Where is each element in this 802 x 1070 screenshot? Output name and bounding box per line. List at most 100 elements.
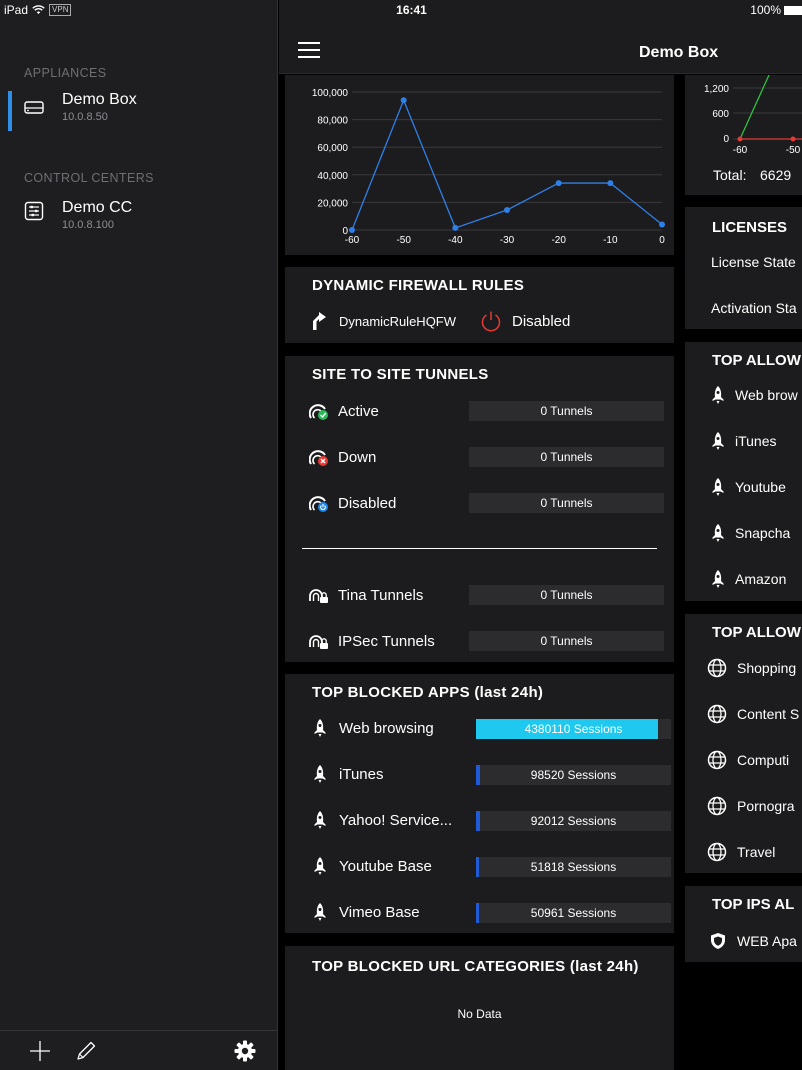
firewall-rule-name: DynamicRuleHQFW [339,314,457,329]
blocked-apps-title: TOP BLOCKED APPS (last 24h) [312,684,544,701]
mini-x-tick: -60 [733,145,748,156]
app-label: Yahoo! Service... [339,812,453,829]
allowed-app-item: iTunes [711,432,777,450]
vpn-badge: VPN [49,4,72,16]
total-label: Total: [713,167,746,183]
gear-icon[interactable] [233,1039,257,1063]
app-label: iTunes [339,766,384,783]
rocket-icon [314,811,326,829]
allowed-url-item: Travel [707,842,775,862]
battery-icon [784,5,802,15]
total-value: 6629 [760,167,791,183]
tunnel-label: Tina Tunnels [338,587,424,604]
data-point [555,180,562,187]
allowed-app-item: Youtube [711,478,786,496]
appliance-icon [24,101,44,114]
x-tick-label: -50 [396,235,411,246]
tunnel-count: 0 Tunnels [469,401,664,421]
tunnel-label: Disabled [338,495,397,512]
plus-icon[interactable] [28,1039,52,1063]
top-allowed-apps-card: TOP ALLOW Web brow iTunes Youtube Snapcha Am… [685,342,802,601]
tunnel-count: 0 Tunnels [469,447,664,467]
tunnel-count: 0 Tunnels [469,585,664,605]
tunnels-divider [302,548,657,549]
top-allowed-urls-card: TOP ALLOW Shopping Content S Computi Pornog… [685,614,802,873]
tunnel-disabled-icon [309,496,328,512]
allowed-apps-title: TOP ALLOW [712,352,801,369]
sessions-line-chart: 0 20,000 40,000 60,000 80,000 100,000 -60 -50 -4… [312,88,665,246]
allowed-url-label: Travel [737,844,776,860]
blocked-app-row: Web browsing 4380110 Sessions [313,719,671,741]
pencil-icon[interactable] [74,1039,98,1063]
globe-icon [707,704,727,724]
hamburger-icon[interactable] [298,42,320,58]
tunnel-label: Down [338,449,377,466]
data-point [349,227,355,233]
tunnel-active-icon [309,404,328,420]
x-tick-label: 0 [659,235,665,246]
navigation-bar: 16:41 100% Demo Box [279,0,802,74]
tunnel-row-down: Down 0 Tunnels [309,447,664,469]
x-tick-label: -20 [551,235,566,246]
sidebar-item-demo-cc[interactable]: Demo CC 10.0.8.100 [0,199,277,249]
app-label: Web browsing [339,720,434,737]
selection-indicator [8,91,12,131]
session-count: 92012 Sessions [530,814,617,828]
device-label: iPad [4,3,29,17]
top-blocked-url-card: TOP BLOCKED URL CATEGORIES (last 24h) No… [285,946,674,1070]
tunnel-row-active: Active 0 Tunnels [309,401,664,423]
rocket-icon [712,432,724,450]
blocked-app-row: Yahoo! Service... 92012 Sessions [313,811,671,833]
tunnel-row-ipsec: IPSec Tunnels 0 Tunnels [309,631,664,653]
x-tick-label: -10 [603,235,618,246]
allowed-url-item: Content S [707,704,799,724]
mini-y-tick: 1,200 [704,84,729,95]
session-count: 4380110 Sessions [524,722,623,736]
x-tick-label: -40 [448,235,463,246]
firewall-rule-icon [313,312,326,330]
sidebar-item-demo-box[interactable]: Demo Box 10.0.8.50 [0,91,277,141]
tunnels-title: SITE TO SITE TUNNELS [312,366,489,383]
status-clock: 16:41 [396,3,427,17]
license-state-label: License State [711,254,796,270]
firewall-title: DYNAMIC FIREWALL RULES [312,277,525,294]
sessions-chart-card: 0 20,000 40,000 60,000 80,000 100,000 -60 -50 -4… [285,75,674,255]
allowed-app-item: Web brow [711,386,798,404]
globe-icon [707,842,727,862]
status-bar-left: iPad VPN [4,3,72,17]
globe-icon [707,750,727,770]
sidebar: iPad VPN APPLIANCES Demo Box 10.0.8.50 C… [0,0,278,1070]
allowed-app-label: Amazon [735,571,787,587]
blocked-app-row: Youtube Base 51818 Sessions [313,857,671,879]
allowed-urls-title: TOP ALLOW [712,624,801,641]
data-point [607,180,614,187]
app-label: Youtube Base [339,858,432,875]
top-ips-card: TOP IPS AL WEB Apa [685,886,802,962]
tunnel-label: Active [338,403,379,420]
allowed-url-label: Content S [737,706,800,722]
ips-item-label: WEB Apa [737,933,797,949]
rocket-icon [712,478,724,496]
firewall-rule-state: Disabled [512,313,571,330]
globe-icon [707,796,727,816]
mini-y-tick: 600 [712,109,729,120]
activation-state-label: Activation Sta [711,300,797,316]
wifi-icon [32,5,45,14]
x-tick-label: -60 [345,235,360,246]
ips-item: WEB Apa [709,932,797,950]
power-icon[interactable] [480,310,502,332]
mini-y-tick: 0 [723,134,729,145]
y-tick-label: 40,000 [317,171,348,182]
rocket-icon [314,765,326,783]
blocked-app-row: iTunes 98520 Sessions [313,765,671,787]
battery-indicator: 100% [750,3,802,17]
globe-icon [707,658,727,678]
mini-x-tick: -50 [786,145,801,156]
rocket-icon [712,386,724,404]
appliance-name: Demo Box [62,91,137,108]
site-to-site-tunnels-card: SITE TO SITE TUNNELS Active 0 Tunnels Do… [285,356,674,662]
allowed-url-label: Computi [737,752,790,768]
y-tick-label: 20,000 [317,198,348,209]
tunnel-count: 0 Tunnels [469,493,664,513]
tina-tunnel-icon [309,589,328,603]
